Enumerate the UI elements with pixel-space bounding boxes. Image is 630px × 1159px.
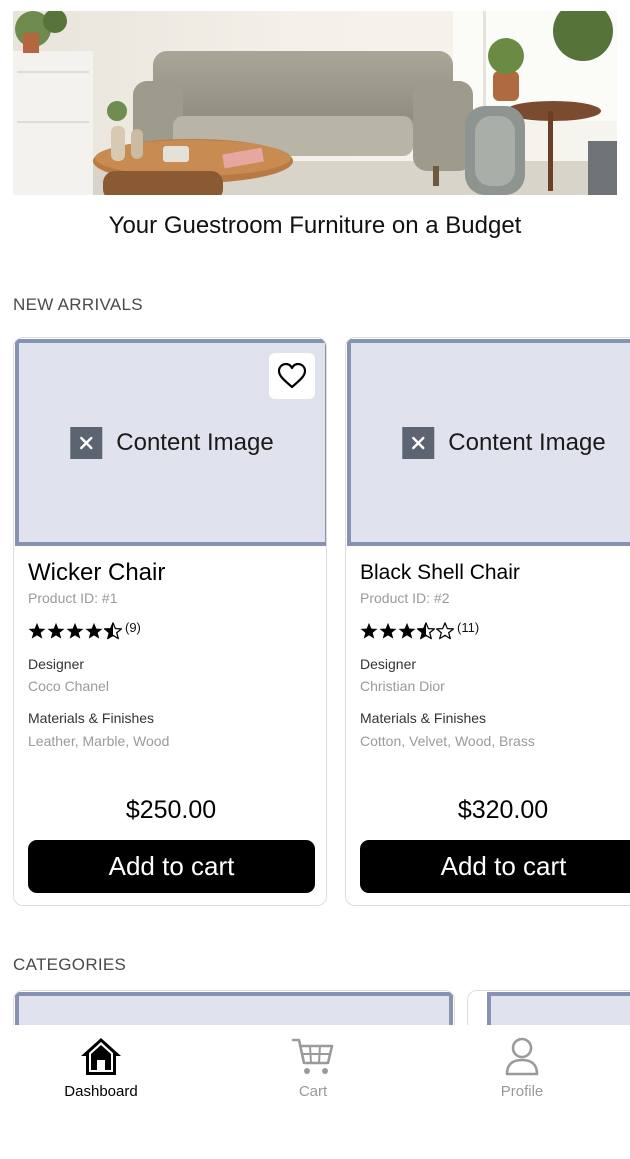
product-price: $250.00	[125, 796, 217, 824]
home-icon	[81, 1038, 121, 1075]
product-name[interactable]: Black Shell Chair	[360, 558, 520, 588]
star-full-icon	[28, 622, 46, 639]
section-title-new-arrivals: NEW ARRIVALS	[13, 295, 143, 314]
designer-label: Designer	[28, 656, 85, 672]
product-card[interactable]: Content Image Black Shell Chair Product …	[345, 337, 630, 906]
review-count: (9)	[125, 620, 141, 635]
product-id: Product ID: #1	[28, 590, 118, 606]
nav-cart-label: Cart	[298, 1083, 328, 1100]
materials-value: Cotton, Velvet, Wood, Brass	[360, 733, 535, 749]
star-full-icon	[66, 622, 84, 639]
nav-profile[interactable]: Profile	[452, 1035, 592, 1100]
product-image-placeholder: Content Image	[15, 339, 326, 546]
product-name[interactable]: Wicker Chair	[28, 558, 165, 588]
broken-image-icon	[402, 426, 435, 459]
nav-dashboard-label: Dashboard	[64, 1083, 138, 1100]
add-to-cart-button[interactable]: Add to cart	[360, 840, 630, 893]
broken-image-icon	[70, 426, 103, 459]
star-rating: (9)	[28, 620, 141, 640]
materials-label: Materials & Finishes	[360, 710, 487, 726]
materials-value: Leather, Marble, Wood	[28, 733, 170, 749]
designer-value: Christian Dior	[360, 678, 445, 694]
designer-value: Coco Chanel	[28, 678, 109, 694]
cart-icon	[291, 1038, 334, 1074]
star-empty-icon	[436, 622, 454, 640]
product-id: Product ID: #2	[360, 590, 450, 606]
hero-image	[13, 11, 617, 195]
add-to-cart-button[interactable]: Add to cart	[28, 840, 315, 893]
star-full-icon	[85, 622, 103, 639]
star-full-icon	[47, 622, 65, 639]
nav-profile-label: Profile	[500, 1083, 544, 1100]
review-count: (11)	[457, 620, 480, 635]
bottom-navigation: Dashboard Cart Profile	[0, 1025, 630, 1159]
placeholder-label: Content Image	[448, 428, 606, 456]
star-half-icon	[104, 622, 122, 640]
product-image-placeholder: Content Image	[347, 339, 630, 546]
designer-label: Designer	[360, 656, 417, 672]
nav-dashboard[interactable]: Dashboard	[31, 1035, 171, 1100]
product-price: $320.00	[457, 796, 549, 824]
star-full-icon	[379, 622, 397, 639]
placeholder-label: Content Image	[116, 428, 274, 456]
favorite-button[interactable]	[269, 353, 315, 399]
product-card[interactable]: Content Image Wicker Chair Product ID: #…	[13, 337, 327, 906]
star-half-icon	[417, 622, 435, 640]
star-full-icon	[398, 622, 416, 639]
profile-icon	[505, 1037, 539, 1076]
hero-headline: Your Guestroom Furniture on a Budget	[108, 212, 522, 239]
star-full-icon	[360, 622, 378, 639]
section-title-categories: CATEGORIES	[13, 955, 127, 974]
nav-cart[interactable]: Cart	[243, 1035, 383, 1100]
star-rating: (11)	[360, 620, 480, 640]
heart-icon	[278, 363, 306, 389]
materials-label: Materials & Finishes	[28, 710, 155, 726]
